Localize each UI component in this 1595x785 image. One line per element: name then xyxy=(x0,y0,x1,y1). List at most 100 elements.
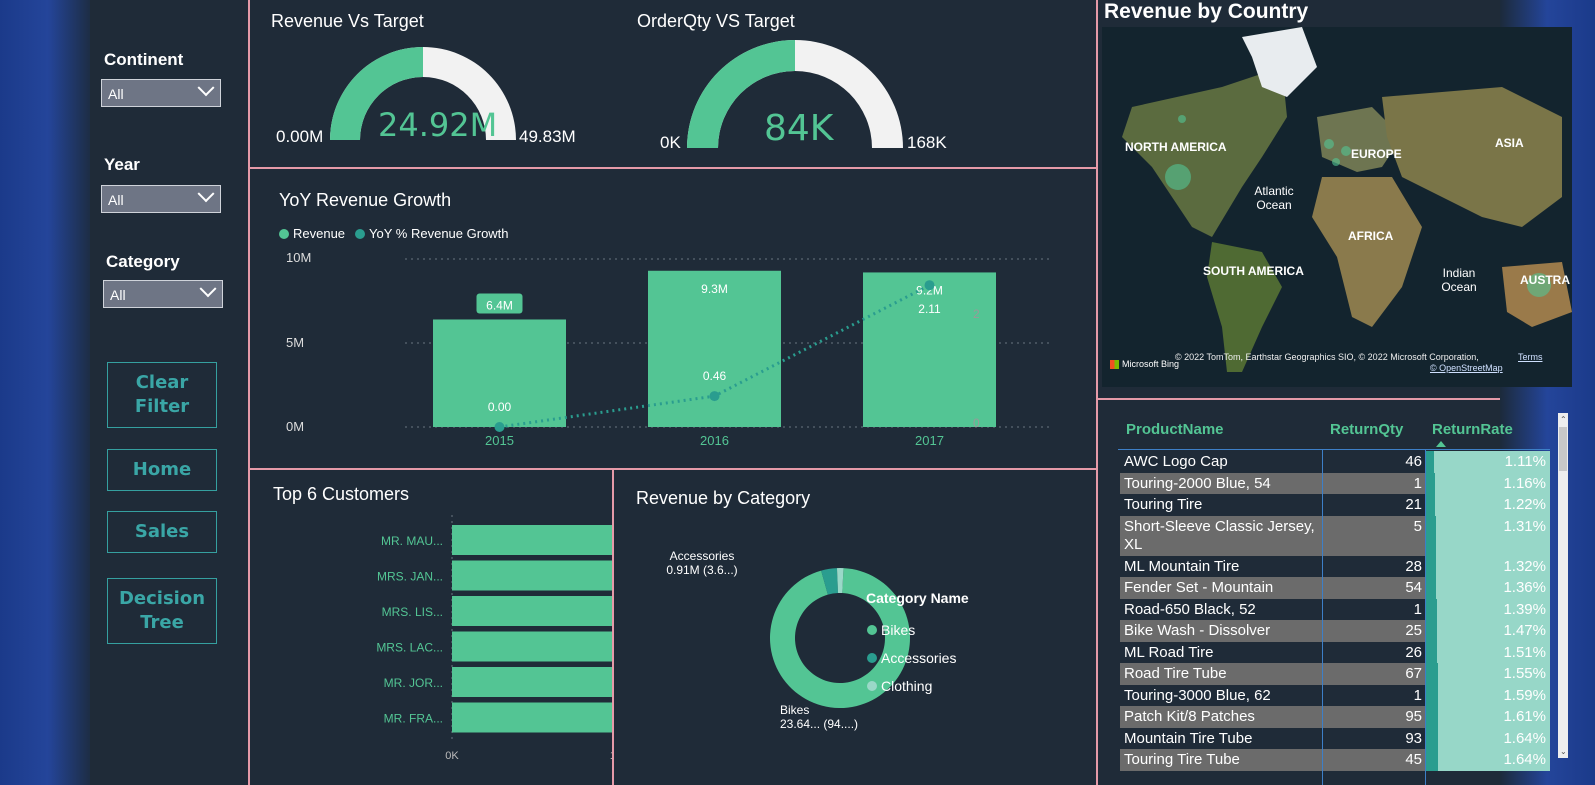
customer-bar[interactable] xyxy=(452,525,612,555)
year-dropdown[interactable]: All xyxy=(101,185,221,213)
return-rate-value: 1.64% xyxy=(1503,751,1546,768)
yoy-growth-point[interactable] xyxy=(494,422,505,432)
customer-name-label: MR. JOR... xyxy=(384,676,443,690)
col-header-returnqty[interactable]: ReturnQty xyxy=(1330,421,1403,438)
table-row[interactable]: Road Tire Tube 67 1.55% xyxy=(1120,663,1550,685)
legend-item-bikes[interactable]: Bikes xyxy=(867,616,956,644)
year-label: Year xyxy=(104,155,140,174)
return-rate-cell: 1.61% xyxy=(1426,706,1550,728)
divider xyxy=(1098,398,1500,400)
table-scrollbar[interactable]: ⌃ ⌄ xyxy=(1558,413,1568,758)
table-row[interactable]: Mountain Tire Tube 93 1.64% xyxy=(1120,727,1550,749)
return-qty-cell: 26 xyxy=(1405,643,1422,661)
col-header-productname[interactable]: ProductName xyxy=(1126,421,1224,438)
map-bubble[interactable] xyxy=(1332,158,1340,166)
divider xyxy=(1096,0,1098,785)
customers-chart: 0K10KMR. MAU...12KMRS. JAN...12KMRS. LIS… xyxy=(376,515,612,762)
legend-label: Clothing xyxy=(881,678,933,694)
orderqty-gauge-min: 0K xyxy=(660,133,681,152)
sales-button[interactable]: Sales xyxy=(107,511,217,553)
microsoft-logo-icon xyxy=(1110,359,1119,369)
scroll-down-icon[interactable]: ⌄ xyxy=(1560,747,1567,756)
x-tick-label: 0K xyxy=(445,750,459,762)
product-name-cell: ML Road Tire xyxy=(1124,643,1214,661)
scroll-up-icon[interactable]: ⌃ xyxy=(1560,415,1567,424)
yoy-data-label: 2.11 xyxy=(918,302,941,316)
table-row[interactable]: Short-Sleeve Classic Jersey, XL 5 1.31% xyxy=(1120,515,1550,556)
customer-name-label: MR. MAU... xyxy=(381,534,443,548)
customer-bar[interactable] xyxy=(452,702,612,733)
bing-brand: Microsoft Bing xyxy=(1110,359,1179,369)
customer-bar[interactable] xyxy=(452,560,612,591)
return-rate-databar xyxy=(1426,727,1439,749)
table-row[interactable]: Touring-2000 Blue, 54 1 1.16% xyxy=(1120,472,1550,494)
column-divider xyxy=(1425,450,1426,785)
return-rate-cell: 1.59% xyxy=(1426,684,1550,706)
decision-tree-button[interactable]: Decision Tree xyxy=(107,578,217,644)
table-row[interactable]: Bike Wash - Dissolver 25 1.47% xyxy=(1120,620,1550,642)
map-label: AUSTRA xyxy=(1520,273,1570,287)
col-header-returnrate[interactable]: ReturnRate xyxy=(1432,421,1513,438)
legend-dot-icon xyxy=(279,228,289,239)
category-dropdown[interactable]: All xyxy=(103,280,223,308)
x-tick-label: 2015 xyxy=(485,433,514,448)
table-row[interactable]: ML Road Tire 26 1.51% xyxy=(1120,641,1550,663)
product-name-cell: Touring-3000 Blue, 62 xyxy=(1124,686,1271,704)
table-body: AWC Logo Cap 46 1.11% Touring-2000 Blue, 54… xyxy=(1120,451,1550,785)
return-qty-cell: 1 xyxy=(1413,686,1422,704)
return-rate-databar xyxy=(1426,555,1436,577)
y-tick: 0M xyxy=(286,419,305,434)
map-credit: © 2022 TomTom, Earthstar Geographics SIO… xyxy=(1175,352,1479,362)
return-rate-cell: 1.31% xyxy=(1426,515,1550,556)
table-row[interactable]: Patch Kit/8 Patches 95 1.61% xyxy=(1120,706,1550,728)
legend-dot-icon xyxy=(355,228,366,239)
yoy-data-label: 0.46 xyxy=(703,369,727,383)
yoy-growth-point[interactable] xyxy=(709,391,720,402)
return-qty-cell: 28 xyxy=(1405,557,1422,575)
osm-link[interactable]: © OpenStreetMap xyxy=(1430,363,1503,373)
product-name-cell: Road-650 Black, 52 xyxy=(1124,600,1256,618)
map-bubble[interactable] xyxy=(1165,164,1191,190)
legend-item-accessories[interactable]: Accessories xyxy=(867,644,956,672)
table-row[interactable]: ML Mountain Tire 28 1.32% xyxy=(1120,555,1550,577)
customer-bar[interactable] xyxy=(452,631,612,662)
yoy-legend: Revenue YoY % Revenue Growth xyxy=(279,226,509,241)
terms-link[interactable]: Terms xyxy=(1518,352,1543,362)
return-rate-cell: 1.64% xyxy=(1426,749,1550,771)
legend-yoy: YoY % Revenue Growth xyxy=(369,226,509,241)
customer-name-label: MR. FRA... xyxy=(384,712,443,726)
map-bubble[interactable] xyxy=(1341,146,1351,156)
yoy-chart-title: YoY Revenue Growth xyxy=(279,190,452,210)
return-rate-databar xyxy=(1426,684,1439,706)
customer-name-label: MRS. LIS... xyxy=(382,605,443,619)
return-qty-cell: 1 xyxy=(1413,474,1422,492)
revenue-map[interactable]: NORTH AMERICA EUROPE ASIA Atlantic Ocean… xyxy=(1102,27,1572,387)
customer-bar[interactable] xyxy=(452,667,612,697)
x-tick-label: 10K xyxy=(610,750,612,762)
continent-dropdown[interactable]: All xyxy=(101,79,221,107)
home-button[interactable]: Home xyxy=(107,449,217,491)
return-rate-databar xyxy=(1426,494,1436,516)
revenue-gauge-value: 24.92M xyxy=(378,106,498,144)
customer-bar[interactable] xyxy=(452,596,612,626)
revenue-gauge-min: 0.00M xyxy=(276,127,324,146)
return-qty-cell: 93 xyxy=(1405,729,1422,747)
table-row[interactable]: AWC Logo Cap 46 1.11% xyxy=(1120,451,1550,473)
table-row[interactable]: Touring Tire 21 1.22% xyxy=(1120,494,1550,516)
table-row[interactable]: Fender Set - Mountain 54 1.36% xyxy=(1120,577,1550,599)
bikes-label-value: 23.64... (94....) xyxy=(780,717,859,731)
yoy-growth-point[interactable] xyxy=(924,280,935,291)
map-bubble[interactable] xyxy=(1324,139,1334,149)
clear-filter-button[interactable]: Clear Filter xyxy=(107,362,217,428)
legend-item-clothing[interactable]: Clothing xyxy=(867,672,956,700)
scrollbar-thumb[interactable] xyxy=(1559,427,1567,471)
map-bubble[interactable] xyxy=(1178,115,1186,123)
table-row[interactable]: Touring Tire Tube 45 1.64% xyxy=(1120,749,1550,771)
returns-table[interactable]: ProductName ReturnQty ReturnRate AWC Log… xyxy=(1118,413,1570,785)
map-label: Atlantic Ocean xyxy=(1254,184,1294,212)
return-qty-cell: 67 xyxy=(1405,665,1422,682)
product-name-cell: Patch Kit/8 Patches xyxy=(1124,708,1255,725)
table-row[interactable]: Road-650 Black, 52 1 1.39% xyxy=(1120,598,1550,620)
table-row[interactable]: Touring-3000 Blue, 62 1 1.59% xyxy=(1120,684,1550,706)
legend-dot-icon xyxy=(867,653,877,663)
